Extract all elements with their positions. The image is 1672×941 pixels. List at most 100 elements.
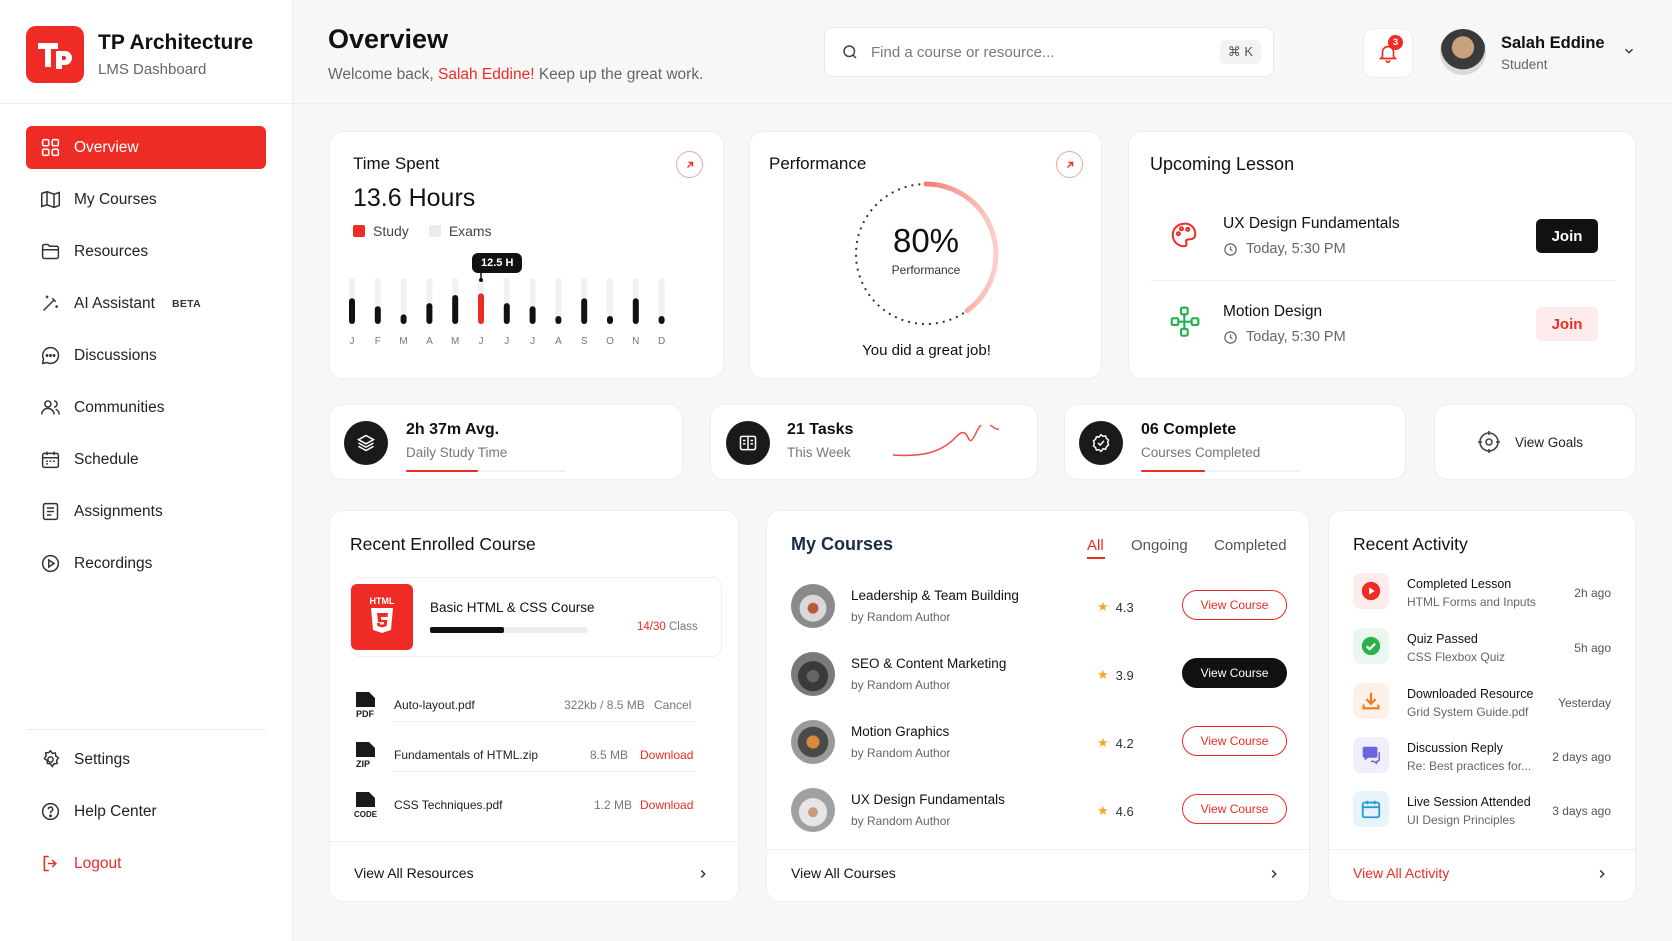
expand-button[interactable] [676, 151, 703, 178]
palette-icon [1169, 220, 1199, 255]
file-row: CODE CSS Techniques.pdf 1.2 MB Download [354, 783, 694, 827]
activity-sub: HTML Forms and Inputs [1407, 595, 1536, 609]
month-tick-label: D [658, 336, 665, 347]
performance-label: Performance [891, 263, 961, 277]
stat-progress-fill [1141, 470, 1205, 472]
vector-nodes-icon [1169, 305, 1201, 342]
lesson-name: UX Design Fundamentals [1223, 215, 1400, 232]
view-all-activity-link[interactable]: View All Activity [1353, 865, 1449, 881]
study-bar[interactable] [478, 293, 484, 324]
chevron-right-icon[interactable] [1595, 867, 1609, 881]
study-bar[interactable] [374, 306, 381, 324]
study-bar[interactable] [452, 295, 459, 324]
book-icon [726, 421, 770, 465]
tab-completed[interactable]: Completed [1214, 537, 1287, 554]
sidebar-item-overview[interactable]: Overview [26, 126, 266, 169]
grid-icon [41, 138, 60, 157]
view-course-button[interactable]: View Course [1182, 658, 1287, 688]
user-name[interactable]: Salah Eddine [1501, 34, 1605, 53]
sidebar-item-settings[interactable]: Settings [26, 738, 266, 781]
sidebar-item-assignments[interactable]: Assignments [26, 490, 266, 533]
view-course-button[interactable]: View Course [1182, 726, 1287, 756]
sidebar-item-logout[interactable]: Logout [26, 842, 266, 885]
sidebar: TP Architecture LMS Dashboard Overview M… [0, 0, 293, 941]
study-bar[interactable] [607, 315, 613, 324]
calendar-icon [41, 451, 60, 469]
book-open-icon [41, 190, 60, 209]
chevron-down-icon[interactable] [1622, 44, 1636, 58]
month-tick-label: A [426, 336, 433, 347]
download-button[interactable]: Download [640, 798, 693, 812]
study-bar[interactable] [426, 303, 433, 324]
activity-title: Downloaded Resource [1407, 687, 1534, 701]
view-all-courses-link[interactable]: View All Courses [791, 865, 896, 881]
month-tick-label: A [555, 336, 562, 347]
study-bar[interactable] [400, 314, 407, 324]
arrow-up-right-icon [1066, 161, 1073, 168]
lesson-item[interactable]: UX Design Fundamentals Today, 5:30 PM [1223, 215, 1400, 257]
month-tick-label: M [399, 336, 407, 347]
file-size: 322kb / 8.5 MB [564, 698, 645, 712]
expand-button[interactable] [1056, 151, 1083, 178]
sidebar-item-communities[interactable]: Communities [26, 386, 266, 429]
chevron-right-icon[interactable] [696, 867, 710, 881]
performance-percent: 80% [892, 222, 960, 259]
tab-ongoing[interactable]: Ongoing [1131, 537, 1188, 554]
study-bar[interactable] [581, 298, 588, 324]
code-file-icon: CODE [354, 792, 378, 819]
avatar[interactable] [1440, 29, 1486, 75]
stat-card-study-time: 2h 37m Avg. Daily Study Time [329, 404, 683, 480]
card-title: My Courses [791, 534, 894, 554]
study-bar[interactable] [555, 315, 562, 324]
search-input[interactable] [871, 43, 1201, 61]
html5-icon: HTML [351, 584, 413, 650]
sidebar-item-help-center[interactable]: Help Center [26, 790, 266, 833]
cancel-button[interactable]: Cancel [654, 698, 691, 712]
study-bar[interactable] [529, 306, 536, 324]
study-bar[interactable] [503, 303, 510, 324]
view-all-resources-link[interactable]: View All Resources [354, 865, 474, 881]
my-courses-card: My Courses All Ongoing Completed Leaders… [766, 510, 1311, 902]
course-rating: ★ 3.9 [1097, 667, 1134, 683]
enrolled-course-item[interactable]: HTML Basic HTML & CSS Course 14/30 Class [350, 577, 722, 657]
study-bar[interactable] [658, 315, 665, 324]
view-course-button[interactable]: View Course [1182, 794, 1287, 824]
recent-enrolled-card: Recent Enrolled Course HTML Basic HTML &… [329, 510, 740, 902]
sidebar-item-schedule[interactable]: Schedule [26, 438, 266, 481]
stat-progress [1141, 470, 1301, 472]
sidebar-item-my-courses[interactable]: My Courses [26, 178, 266, 221]
join-button[interactable]: Join [1536, 307, 1598, 341]
brand-logo [26, 26, 84, 83]
tab-all[interactable]: All [1087, 537, 1104, 554]
performance-message: You did a great job! [862, 342, 991, 359]
notification-button[interactable]: 3 [1363, 28, 1413, 78]
divider [767, 849, 1311, 850]
study-bar[interactable] [349, 298, 355, 324]
sidebar-item-recordings[interactable]: Recordings [26, 542, 266, 585]
sidebar-item-ai-assistant[interactable]: AI Assistant BETA [26, 282, 266, 325]
upcoming-lesson-card: Upcoming Lesson UX Design Fundamentals T… [1128, 131, 1636, 379]
join-button[interactable]: Join [1536, 219, 1598, 253]
sidebar-item-label: Discussions [74, 346, 157, 364]
search-bar[interactable]: ⌘ K [824, 27, 1274, 77]
target-icon [1478, 431, 1500, 453]
activity-sub: Grid System Guide.pdf [1407, 705, 1529, 719]
welcome-message: Welcome back, Salah Eddine! Keep up the … [328, 66, 703, 84]
stat-value: 21 Tasks [787, 421, 854, 438]
study-bar[interactable] [632, 298, 639, 324]
beta-badge: BETA [171, 297, 201, 310]
welcome-suffix: Keep up the great work. [534, 66, 704, 83]
pdf-file-icon: PDF [356, 692, 375, 719]
download-button[interactable]: Download [640, 748, 693, 762]
svg-text:PDF: PDF [356, 709, 375, 719]
card-title: Performance [769, 154, 867, 173]
brand[interactable]: TP Architecture LMS Dashboard [26, 26, 253, 83]
sidebar-item-discussions[interactable]: Discussions [26, 334, 266, 377]
view-course-button[interactable]: View Course [1182, 590, 1287, 620]
sidebar-item-resources[interactable]: Resources [26, 230, 266, 273]
view-goals-button[interactable]: View Goals [1434, 404, 1636, 480]
time-spent-card: Time Spent 13.6 Hours Study Exams 12.5 H… [329, 131, 724, 379]
lesson-item[interactable]: Motion Design Today, 5:30 PM [1223, 303, 1346, 345]
chevron-right-icon[interactable] [1267, 867, 1281, 881]
brand-subtitle: LMS Dashboard [98, 61, 207, 78]
